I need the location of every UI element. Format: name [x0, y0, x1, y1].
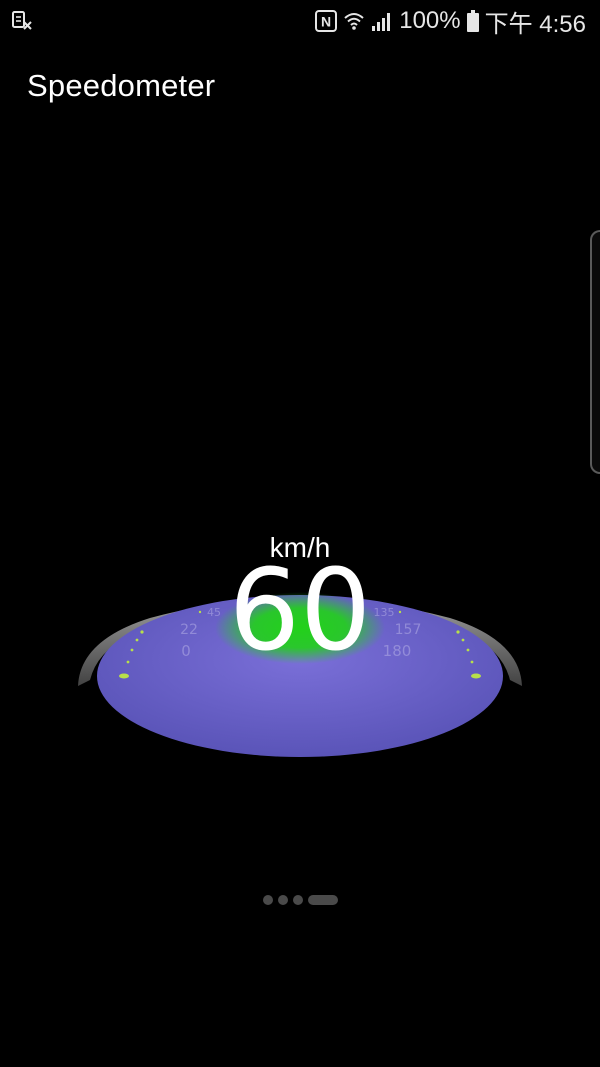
screenshot-icon: [12, 10, 32, 30]
page-dot-3[interactable]: [292, 895, 303, 905]
page-dot-2[interactable]: [277, 895, 288, 905]
status-bar: N 100% 下午 4:56: [0, 0, 600, 42]
page-dot-1[interactable]: [262, 895, 273, 905]
page-dot-active[interactable]: [307, 895, 338, 905]
battery-icon: [466, 10, 479, 32]
nfc-label: N: [321, 14, 331, 30]
battery-percent: 100%: [399, 7, 461, 34]
clock: 下午 4:56: [484, 10, 586, 38]
speed-value: 60: [228, 546, 372, 676]
wifi-icon: [343, 10, 365, 32]
page-indicator[interactable]: [0, 895, 600, 905]
app-title: Speedometer: [27, 68, 216, 103]
nfc-icon: N: [315, 10, 338, 32]
status-icons: N 100% 下午 4:56: [315, 6, 586, 38]
signal-icon: [371, 10, 393, 32]
edge-panel-handle[interactable]: [590, 230, 600, 474]
